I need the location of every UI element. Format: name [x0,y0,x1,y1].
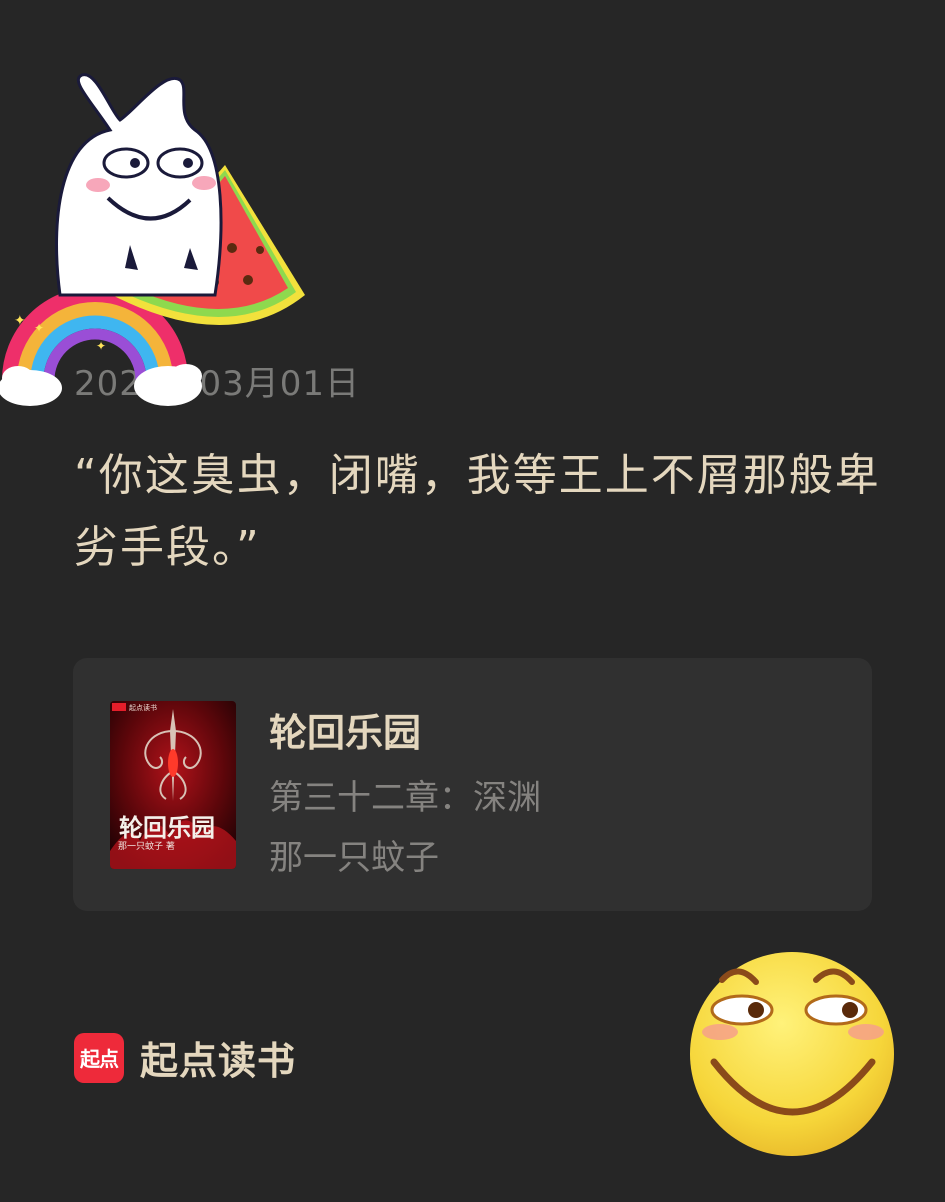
book-author: 那一只蚊子 [269,838,439,878]
grinning-face-icon [690,952,894,1156]
book-card[interactable]: 那一只蚊子 著 轮回乐园 起点读书 轮回乐园 第三十二章：深渊 那一只蚊子 [73,658,872,911]
quote-text: “你这臭虫，闭嘴，我等王上不屑那般卑劣手段。” [74,450,881,573]
svg-text:✦: ✦ [14,313,26,329]
brand-footer: 起点 起点读书 [74,1030,296,1085]
brand-name: 起点读书 [140,1039,297,1083]
qidian-logo-icon: 起点 [74,1032,124,1083]
bunny-watermelon-sticker: ✦ ✦ ✦ [0,73,305,406]
cover-badge: 起点读书 [129,703,157,712]
chapter-title: 第三十二章：深渊 [269,778,541,818]
svg-text:✦: ✦ [96,339,106,353]
book-cover: 那一只蚊子 著 轮回乐园 起点读书 [110,701,236,869]
cover-title: 轮回乐园 [119,814,215,842]
white-bunny-icon [55,73,223,297]
book-title: 轮回乐园 [269,711,422,755]
svg-text:✦: ✦ [34,321,44,335]
